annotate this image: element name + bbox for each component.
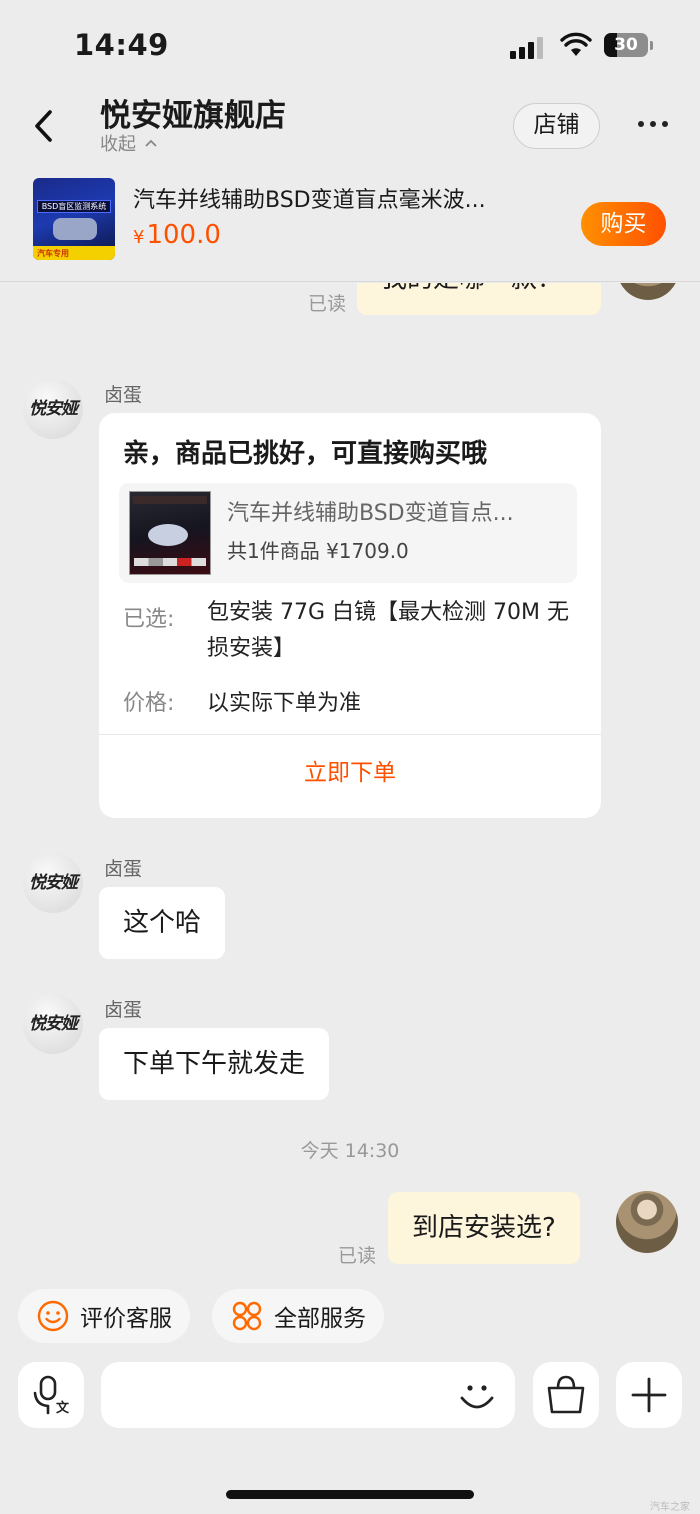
product-title: 汽车并线辅助BSD变道盲点毫米波... bbox=[133, 188, 486, 213]
chat-area[interactable]: 已读 我的是哪一款？ 悦安娅 卤蛋 亲，商品已挑好，可直接购买哦 汽车并线辅助B… bbox=[0, 283, 700, 1283]
card-product-thumbnail bbox=[129, 491, 211, 575]
time-divider: 今天 14:30 bbox=[300, 1140, 400, 1162]
emoji-icon[interactable] bbox=[457, 1376, 497, 1416]
home-indicator[interactable] bbox=[226, 1490, 474, 1499]
watermark: 汽车之家 bbox=[650, 1502, 690, 1513]
svg-text:文: 文 bbox=[56, 1400, 70, 1416]
user-message-bubble[interactable]: 到店安装选? bbox=[388, 1192, 580, 1264]
product-strip[interactable]: BSD盲区监测系统 汽车专用 汽车并线辅助BSD变道盲点毫米波... ¥100.… bbox=[0, 168, 700, 282]
wifi-icon bbox=[560, 32, 592, 56]
sender-name: 卤蛋 bbox=[104, 384, 143, 406]
shop-button[interactable]: 店铺 bbox=[513, 103, 600, 149]
order-card: 亲，商品已挑好，可直接购买哦 汽车并线辅助BSD变道盲点... 共1件商品 ¥1… bbox=[99, 413, 601, 818]
battery-level: 30 bbox=[614, 35, 638, 55]
all-services-button[interactable]: 全部服务 bbox=[212, 1289, 384, 1343]
chevron-up-icon bbox=[145, 139, 157, 147]
read-receipt: 已读 bbox=[308, 293, 347, 315]
divider bbox=[99, 734, 601, 735]
user-message-bubble[interactable]: 我的是哪一款？ bbox=[357, 283, 601, 315]
thumb-band-text: BSD盲区监测系统 bbox=[37, 200, 111, 213]
back-icon[interactable] bbox=[30, 108, 58, 144]
store-avatar[interactable]: 悦安娅 bbox=[23, 853, 83, 913]
sender-name: 卤蛋 bbox=[104, 858, 143, 880]
message-input[interactable] bbox=[101, 1362, 515, 1428]
services-icon bbox=[232, 1301, 262, 1331]
product-price: ¥100.0 bbox=[133, 220, 221, 250]
rate-service-label: 评价客服 bbox=[80, 1306, 172, 1332]
store-avatar[interactable]: 悦安娅 bbox=[23, 379, 83, 439]
status-bar: 14:49 30 bbox=[0, 0, 700, 88]
buy-button[interactable]: 购买 bbox=[581, 202, 666, 246]
shopping-bag-icon bbox=[547, 1375, 585, 1414]
store-avatar[interactable]: 悦安娅 bbox=[23, 994, 83, 1054]
price-value: 以实际下单为准 bbox=[207, 691, 362, 716]
sender-name: 卤蛋 bbox=[104, 999, 143, 1021]
rate-service-button[interactable]: 评价客服 bbox=[18, 1289, 190, 1343]
collapse-label: 收起 bbox=[100, 134, 136, 155]
plus-icon bbox=[631, 1377, 667, 1413]
user-avatar[interactable] bbox=[616, 1191, 678, 1253]
more-icon[interactable] bbox=[638, 121, 668, 127]
card-product[interactable]: 汽车并线辅助BSD变道盲点... 共1件商品 ¥1709.0 bbox=[119, 483, 577, 583]
user-avatar[interactable] bbox=[617, 283, 679, 300]
store-name: 悦安娅旗舰店 bbox=[100, 98, 286, 134]
collapse-toggle[interactable]: 收起 bbox=[100, 130, 158, 156]
store-message-bubble[interactable]: 这个哈 bbox=[99, 887, 226, 959]
price-label: 价格: bbox=[123, 691, 175, 716]
order-now-button[interactable]: 立即下单 bbox=[99, 753, 601, 787]
cellular-signal-icon bbox=[510, 35, 543, 59]
selected-value: 包安装 77G 白镜【最大检测 70M 无损安装】 bbox=[207, 600, 569, 661]
selected-label: 已选: bbox=[123, 607, 175, 632]
voice-translate-icon: 文 bbox=[33, 1375, 70, 1416]
thumb-foot-text: 汽车专用 bbox=[37, 249, 69, 258]
battery-icon: 30 bbox=[604, 33, 648, 57]
card-product-title: 汽车并线辅助BSD变道盲点... bbox=[227, 501, 514, 526]
product-bag-button[interactable] bbox=[533, 1362, 599, 1428]
plus-button[interactable] bbox=[616, 1362, 682, 1428]
product-thumbnail: BSD盲区监测系统 汽车专用 bbox=[33, 178, 115, 260]
card-product-summary: 共1件商品 ¥1709.0 bbox=[227, 539, 409, 563]
voice-button[interactable]: 文 bbox=[18, 1362, 84, 1428]
card-title: 亲，商品已挑好，可直接购买哦 bbox=[123, 439, 488, 469]
read-receipt: 已读 bbox=[338, 1245, 377, 1267]
status-time: 14:49 bbox=[74, 28, 169, 62]
all-services-label: 全部服务 bbox=[274, 1306, 366, 1332]
smile-icon bbox=[37, 1300, 69, 1332]
chat-header: 悦安娅旗舰店 收起 店铺 bbox=[0, 88, 700, 160]
store-message-bubble[interactable]: 下单下午就发走 bbox=[99, 1028, 330, 1100]
